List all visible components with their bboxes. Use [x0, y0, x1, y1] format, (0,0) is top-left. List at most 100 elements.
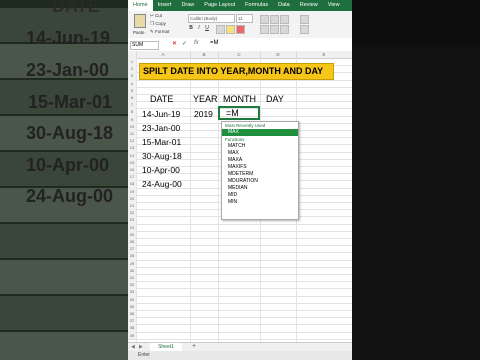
autocomplete-item[interactable]: MEDIAN [222, 185, 298, 192]
tab-page-layout[interactable]: Page Layout [199, 0, 240, 11]
tab-formulas[interactable]: Formulas [240, 0, 273, 11]
paste-icon[interactable] [134, 14, 146, 28]
prev-sheet-icon[interactable]: ◀ [131, 344, 135, 350]
font-size-select[interactable]: 11 [236, 14, 253, 23]
grid-row-line [136, 324, 352, 326]
grid-row-line [136, 295, 352, 297]
bg-date-4: 30-Aug-18 [26, 123, 114, 143]
grid-row-line [136, 238, 352, 239]
header-month[interactable]: MONTH [223, 94, 256, 104]
tab-draw[interactable]: Draw [176, 0, 199, 11]
fx-icon[interactable]: fx [194, 40, 199, 46]
bg-right-top [352, 0, 480, 44]
grid-row-line [136, 259, 352, 261]
column-header-a[interactable]: A [136, 51, 191, 58]
date-cell[interactable]: 30-Aug-18 [142, 151, 182, 161]
cancel-icon[interactable]: ✕ [172, 40, 177, 47]
date-cell[interactable]: 14-Jun-19 [142, 109, 180, 119]
bg-date-2: 23-Jan-00 [26, 60, 110, 80]
column-header-bar: A B C D E [128, 51, 352, 59]
borders-icon[interactable] [216, 25, 225, 34]
grid-row-line [136, 86, 352, 88]
header-year[interactable]: YEAR [193, 94, 218, 104]
autocomplete-item[interactable]: MDETERM [222, 171, 298, 178]
grid-row-line [136, 317, 352, 319]
active-cell-editor[interactable]: =M [218, 106, 260, 120]
bg-row-band [0, 296, 128, 330]
grid-column-line [136, 58, 137, 342]
wrap-text-icon[interactable] [300, 15, 309, 24]
date-cell[interactable]: 24-Aug-00 [142, 179, 182, 189]
align-top-icon[interactable] [260, 15, 269, 24]
copy-button[interactable]: ❐ Copy [150, 21, 166, 27]
bg-date-1: 14-Jun-19 [26, 28, 111, 48]
column-header-b[interactable]: B [190, 51, 219, 58]
brush-icon: ✎ [150, 29, 154, 34]
bold-button[interactable]: B [188, 25, 194, 32]
align-left-icon[interactable] [260, 25, 269, 34]
year-cell[interactable]: 2019 [194, 109, 213, 119]
grid-column-line [190, 58, 191, 342]
font-name-select[interactable]: Calibri (Body) [188, 14, 235, 23]
cut-label: Cut [155, 13, 163, 18]
bg-date-5: 10-Apr-00 [26, 155, 110, 175]
column-header-d[interactable]: D [260, 51, 297, 58]
bg-row-band [0, 224, 128, 258]
align-middle-icon[interactable] [270, 15, 279, 24]
header-date[interactable]: DATE [150, 94, 173, 104]
autocomplete-item[interactable]: MATCH [222, 143, 298, 150]
next-sheet-icon[interactable]: ▶ [139, 344, 143, 350]
column-header-e[interactable]: E [296, 51, 352, 58]
autocomplete-item[interactable]: MAXA [222, 157, 298, 164]
add-sheet-button[interactable]: + [192, 343, 196, 350]
date-cell[interactable]: 23-Jan-00 [142, 123, 180, 133]
name-box[interactable]: SUM [130, 41, 159, 50]
header-day[interactable]: DAY [266, 94, 284, 104]
grid-row-line [136, 310, 352, 311]
autocomplete-item[interactable]: MDURATION [222, 178, 298, 185]
merge-icon[interactable] [300, 25, 309, 34]
bg-date-6: 24-Aug-00 [26, 186, 114, 206]
column-header-c[interactable]: C [218, 51, 261, 58]
tab-review[interactable]: Review [295, 0, 323, 11]
grid-row-line [136, 230, 352, 232]
autocomplete-item[interactable]: MIN [222, 199, 298, 206]
align-right-icon[interactable] [280, 25, 289, 34]
grid-row-line [136, 281, 352, 283]
autocomplete-item[interactable]: MAX [222, 129, 298, 136]
autocomplete-item[interactable]: MAXIFS [222, 164, 298, 171]
italic-button[interactable]: I [196, 25, 202, 32]
bg-row-band [0, 332, 128, 360]
tab-data[interactable]: Data [273, 0, 295, 11]
grid-row-line [136, 338, 352, 340]
title-cell[interactable]: SPILT DATE INTO YEAR,MONTH AND DAY [139, 63, 334, 80]
grid-row-line [136, 331, 352, 333]
enter-icon[interactable]: ✓ [182, 40, 187, 47]
underline-button[interactable]: U [204, 25, 210, 32]
status-mode: Enter [138, 352, 150, 358]
row-header[interactable]: 39 [128, 331, 136, 340]
tab-view[interactable]: View [323, 0, 345, 11]
excel-window: Home Insert Draw Page Layout Formulas Da… [128, 0, 352, 360]
format-painter-button[interactable]: ✎ Format [150, 29, 169, 35]
bg-date-header: DATE [52, 0, 100, 16]
tab-insert[interactable]: Insert [153, 0, 177, 11]
functions-header: Functions [225, 137, 245, 142]
tab-home[interactable]: Home [128, 0, 153, 11]
date-cell[interactable]: 15-Mar-01 [142, 137, 181, 147]
autocomplete-item[interactable]: MAX [222, 150, 298, 157]
align-bottom-icon[interactable] [280, 15, 289, 24]
font-color-icon[interactable] [236, 25, 245, 34]
formula-input[interactable]: =M [210, 40, 219, 46]
paste-label[interactable]: Paste [133, 30, 145, 35]
fill-color-icon[interactable] [226, 25, 235, 34]
autocomplete-item[interactable]: MID [222, 192, 298, 199]
ribbon-home: Paste ✂ Cut ❐ Copy ✎ Format Calibri (Bod… [128, 11, 352, 39]
bg-row-band [0, 260, 128, 294]
align-center-icon[interactable] [270, 25, 279, 34]
scissors-icon: ✂ [150, 13, 154, 18]
format-label: Format [155, 29, 170, 34]
cut-button[interactable]: ✂ Cut [150, 13, 162, 19]
grid-row-line [136, 266, 352, 268]
date-cell[interactable]: 10-Apr-00 [142, 165, 180, 175]
